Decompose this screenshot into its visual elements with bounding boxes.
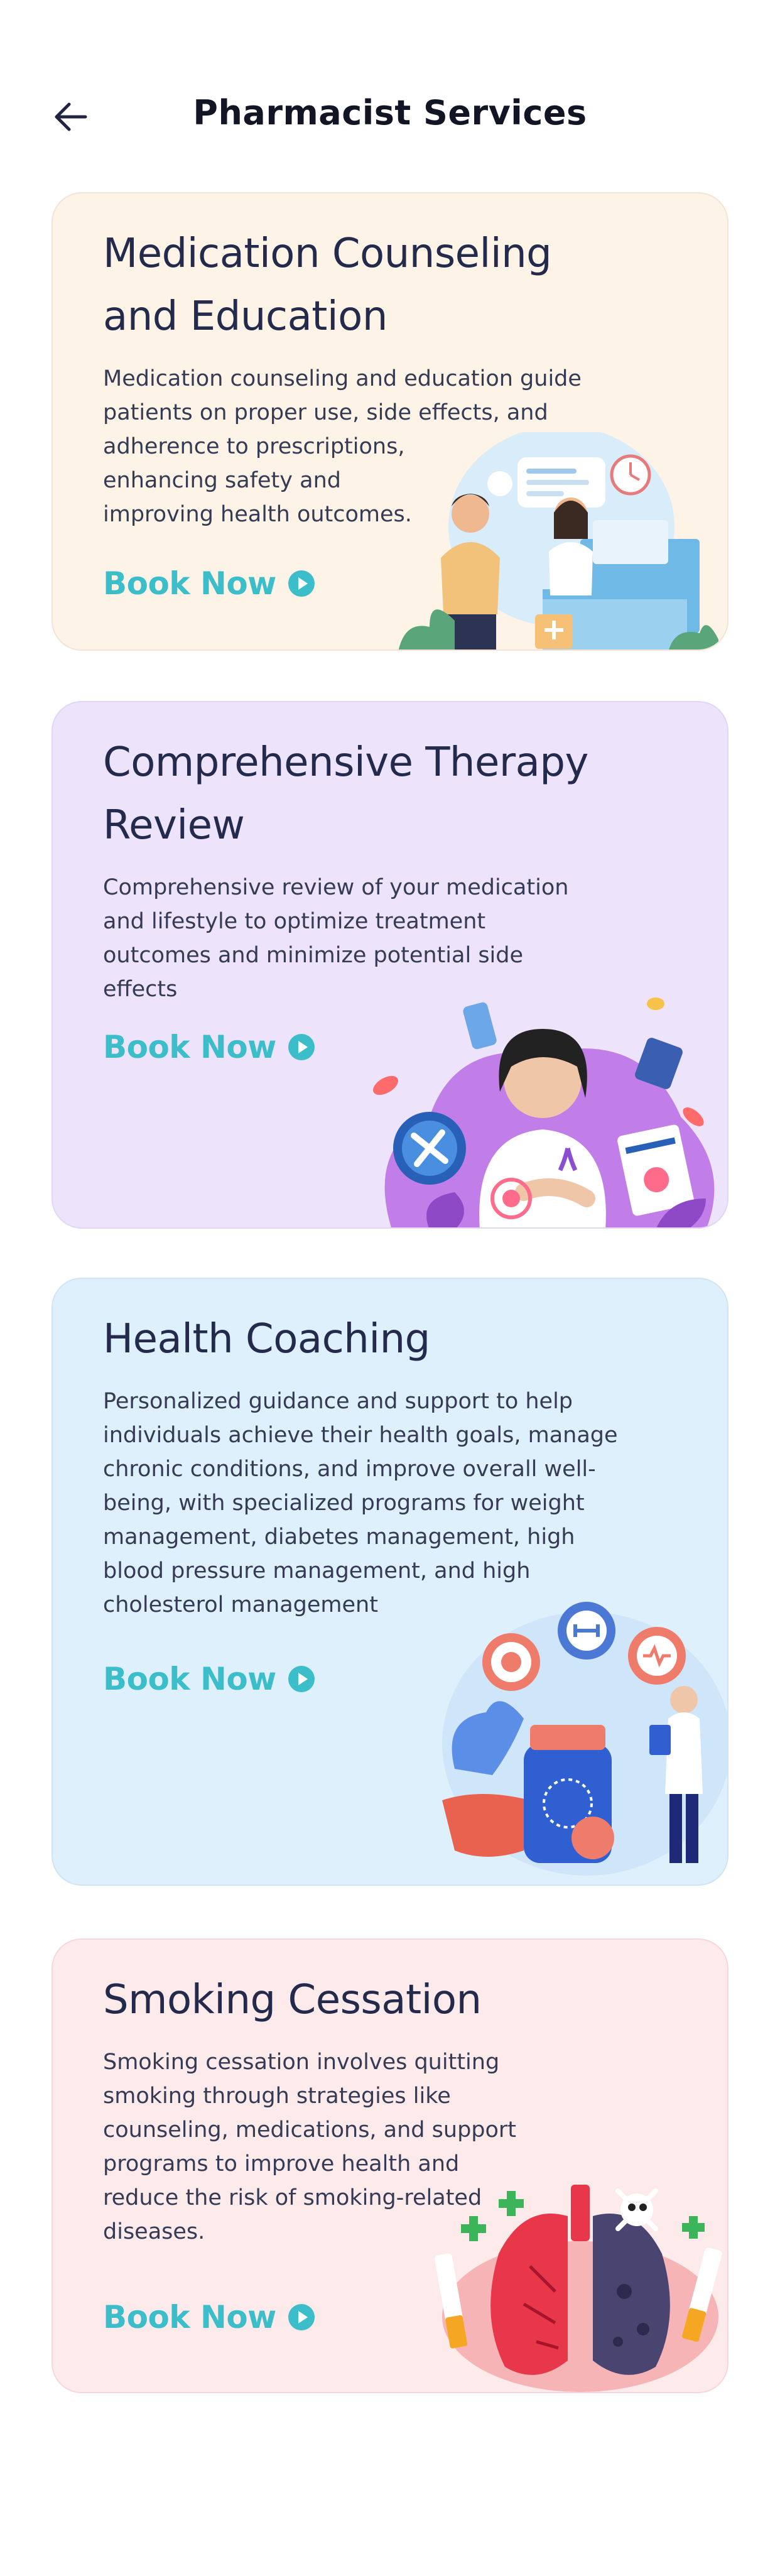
play-circle-icon xyxy=(288,1666,315,1692)
book-now-label: Book Now xyxy=(103,1029,276,1065)
description-line: patients on proper use, side effects, an… xyxy=(103,400,548,425)
service-card-medication-counseling[interactable]: Medication Counseling and Education Medi… xyxy=(51,192,729,651)
page-title: Pharmacist Services xyxy=(193,93,587,133)
service-card-health-coaching[interactable]: Health Coaching Personalized guidance an… xyxy=(51,1278,729,1886)
pharmacist-counter-illustration xyxy=(398,432,718,649)
service-title: Smoking Cessation xyxy=(103,1977,482,2023)
description-line: individuals achieve their health goals, … xyxy=(103,1423,618,1448)
book-now-label: Book Now xyxy=(103,565,276,602)
description-line: counseling, medications, and support xyxy=(103,2117,517,2143)
play-circle-icon xyxy=(288,2304,315,2330)
service-description: Comprehensive review of your medication … xyxy=(103,871,568,1006)
description-line: Smoking cessation involves quitting xyxy=(103,2050,500,2075)
description-line: chronic conditions, and improve overall … xyxy=(103,1457,596,1482)
book-now-button[interactable]: Book Now xyxy=(103,565,315,602)
description-line: Comprehensive review of your medication xyxy=(103,875,569,900)
book-now-button[interactable]: Book Now xyxy=(103,2299,315,2335)
service-card-therapy-review[interactable]: Comprehensive Therapy Review Comprehensi… xyxy=(51,701,729,1229)
lungs-smoking-illustration xyxy=(435,2185,722,2392)
book-now-label: Book Now xyxy=(103,1661,276,1697)
description-line: blood pressure management, and high xyxy=(103,1558,531,1584)
arthritis-patient-illustration xyxy=(373,997,715,1227)
description-line: Medication counseling and education guid… xyxy=(103,366,582,391)
description-line: outcomes and minimize potential side xyxy=(103,943,524,968)
play-circle-icon xyxy=(288,1034,315,1060)
top-bar: Pharmacist Services xyxy=(0,88,780,144)
service-title-line2: Review xyxy=(103,802,245,849)
book-now-button[interactable]: Book Now xyxy=(103,1661,315,1697)
description-line: smoking through strategies like xyxy=(103,2084,451,2109)
service-title: Medication Counseling xyxy=(103,231,552,277)
description-line: management, diabetes management, high xyxy=(103,1524,575,1550)
service-card-smoking-cessation[interactable]: Smoking Cessation Smoking cessation invo… xyxy=(51,1938,729,2393)
description-line: and lifestyle to optimize treatment xyxy=(103,909,486,934)
play-circle-icon xyxy=(288,570,315,597)
service-description: Personalized guidance and support to hel… xyxy=(103,1384,618,1622)
service-title: Health Coaching xyxy=(103,1316,430,1362)
service-title-line2: and Education xyxy=(103,293,387,340)
description-line: being, with specialized programs for wei… xyxy=(103,1491,585,1516)
description-line: Personalized guidance and support to hel… xyxy=(103,1389,573,1414)
health-coach-doctor-illustration xyxy=(442,1602,727,1876)
service-title: Comprehensive Therapy xyxy=(103,739,588,786)
book-now-button[interactable]: Book Now xyxy=(103,1029,315,1065)
book-now-label: Book Now xyxy=(103,2299,276,2335)
description-line: programs to improve health and xyxy=(103,2151,460,2177)
